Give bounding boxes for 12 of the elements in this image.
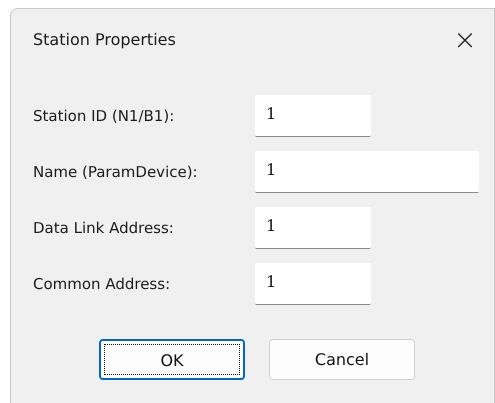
input-field[interactable]: 1 (255, 263, 371, 305)
field-label: Common Address: (33, 274, 172, 295)
close-button[interactable]: × (442, 20, 488, 60)
dialog-button[interactable]: OK (99, 339, 245, 380)
input-field[interactable]: 1 (255, 95, 371, 137)
field-label: Station ID (N1/B1): (33, 106, 176, 127)
input-field[interactable]: 1 (255, 207, 371, 249)
field-label: Data Link Address: (33, 218, 175, 239)
input-field[interactable]: 1 (255, 151, 479, 193)
window-title: Station Properties (33, 29, 176, 51)
dialog-button[interactable]: Cancel (269, 339, 415, 380)
field-label: Name (ParamDevice): (33, 162, 199, 183)
